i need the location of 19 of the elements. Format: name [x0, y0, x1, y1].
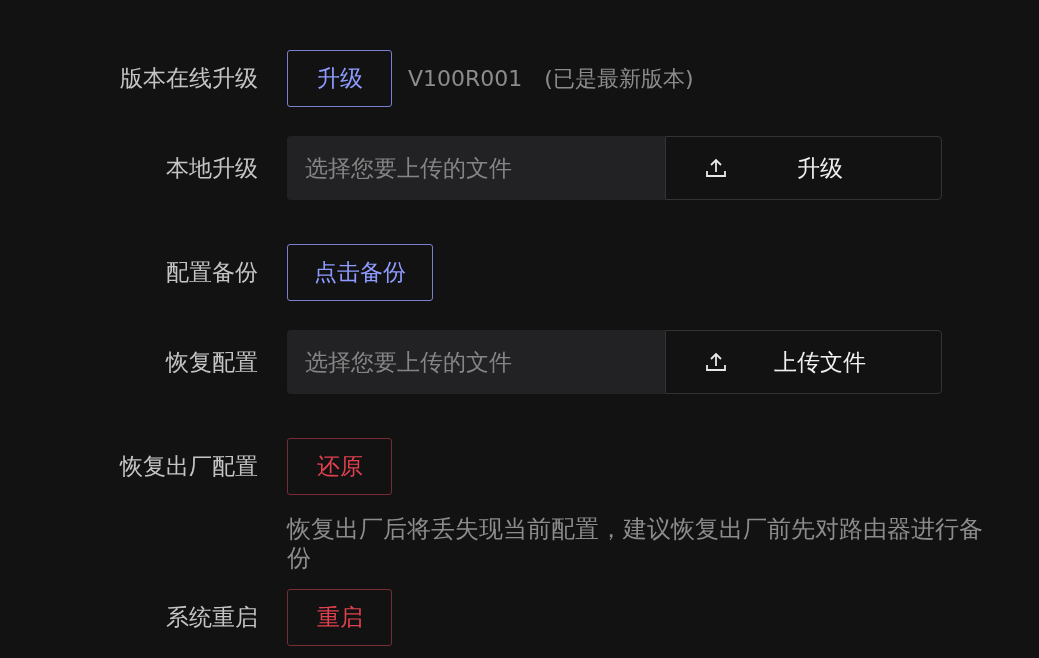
upload-icon — [704, 350, 728, 374]
upload-icon — [704, 156, 728, 180]
file-field[interactable]: 选择您要上传的文件 — [287, 136, 665, 200]
setting-label: 配置备份 — [165, 258, 258, 287]
version-text: V100R001 — [408, 66, 523, 91]
action-button[interactable]: 重启 — [287, 589, 392, 646]
file-field[interactable]: 选择您要上传的文件 — [287, 330, 665, 394]
upload-button[interactable]: 升级 — [665, 136, 942, 200]
action-button[interactable]: 点击备份 — [287, 244, 433, 301]
setting-label: 本地升级 — [165, 153, 258, 183]
setting-label: 版本在线升级 — [119, 64, 258, 93]
setting-label: 系统重启 — [165, 603, 258, 632]
version-text: (已是最新版本) — [544, 64, 694, 93]
action-button[interactable]: 升级 — [287, 50, 392, 107]
action-button[interactable]: 还原 — [287, 438, 392, 495]
upload-button[interactable]: 上传文件 — [665, 330, 942, 394]
setting-label: 恢复出厂配置 — [118, 452, 258, 481]
warning-note: 恢复出厂后将丢失现当前配置，建议恢复出厂前先对路由器进行备份 — [287, 515, 983, 573]
setting-label: 恢复配置 — [164, 347, 258, 377]
